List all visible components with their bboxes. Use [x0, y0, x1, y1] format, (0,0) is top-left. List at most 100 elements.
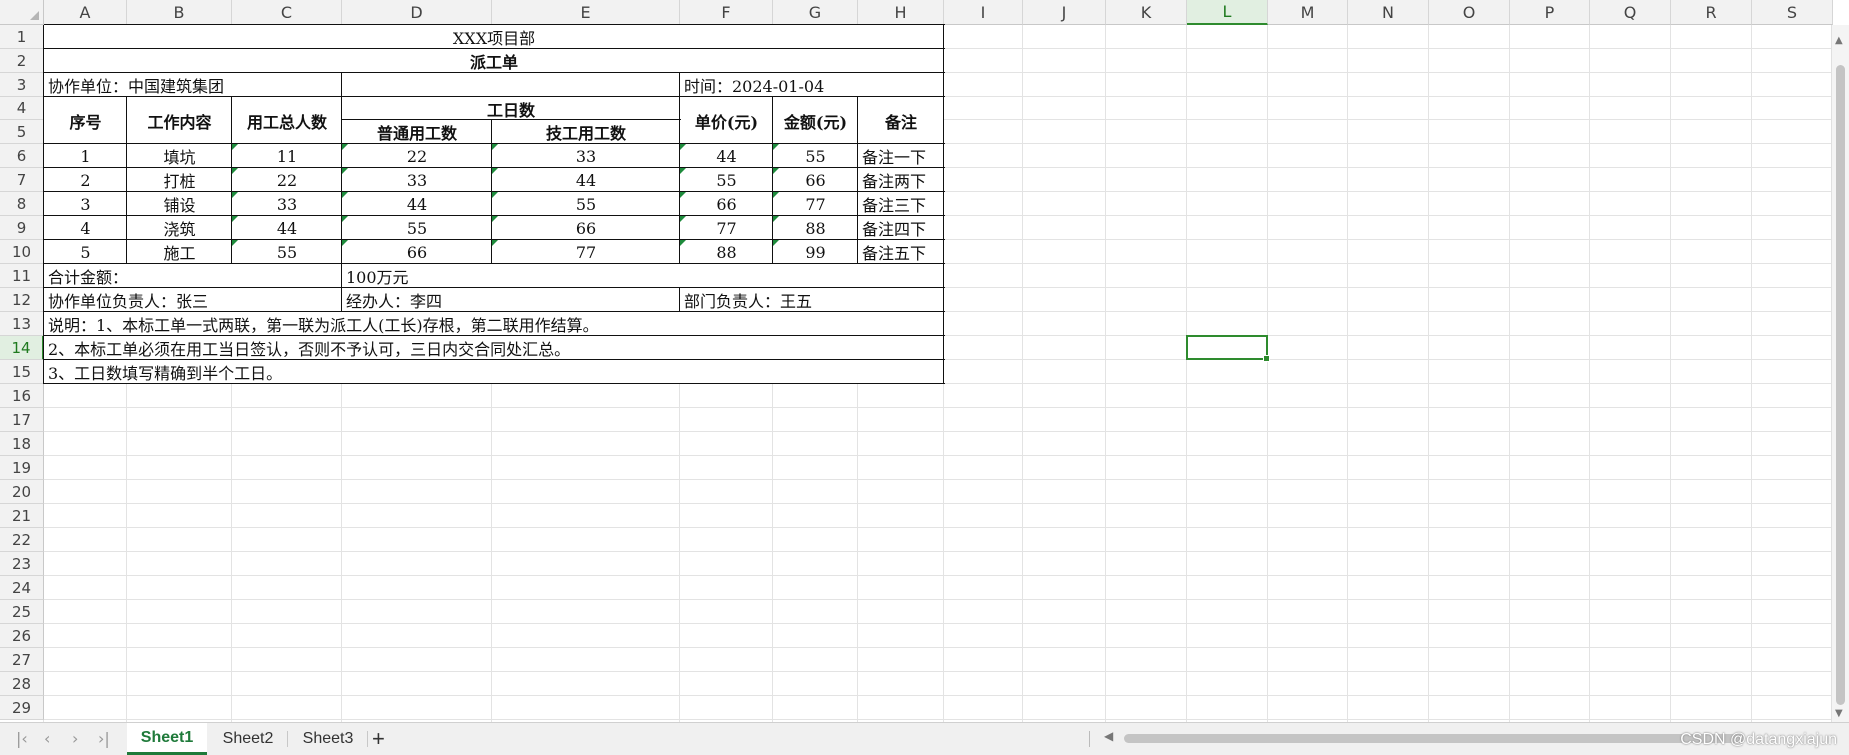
vertical-scrollbar[interactable]: ▲ ▼	[1831, 25, 1849, 722]
header-workdays[interactable]: 工日数	[342, 97, 680, 120]
data-cell-total[interactable]: 55	[232, 240, 342, 264]
scroll-up-icon[interactable]: ▲	[1835, 35, 1843, 46]
column-header-j[interactable]: J	[1023, 0, 1106, 25]
data-cell-seq[interactable]: 1	[44, 144, 127, 168]
data-cell-skilled[interactable]: 77	[492, 240, 680, 264]
row-header-2[interactable]: 2	[0, 49, 44, 73]
row-header-16[interactable]: 16	[0, 384, 44, 408]
data-cell-seq[interactable]: 3	[44, 192, 127, 216]
data-cell-amount[interactable]: 88	[773, 216, 858, 240]
row-header-18[interactable]: 18	[0, 432, 44, 456]
prev-sheet-icon[interactable]: ‹	[44, 729, 50, 748]
data-cell-remark[interactable]: 备注五下	[858, 240, 944, 264]
column-header-i[interactable]: I	[944, 0, 1023, 25]
next-sheet-icon[interactable]: ›	[72, 729, 78, 748]
column-header-h[interactable]: H	[858, 0, 944, 25]
row-header-25[interactable]: 25	[0, 600, 44, 624]
sheet-title-cell[interactable]: XXX项目部	[44, 25, 944, 49]
column-header-c[interactable]: C	[232, 0, 342, 25]
column-header-d[interactable]: D	[342, 0, 492, 25]
data-cell-price[interactable]: 44	[680, 144, 773, 168]
row-header-26[interactable]: 26	[0, 624, 44, 648]
row-header-11[interactable]: 11	[0, 264, 44, 288]
row-header-21[interactable]: 21	[0, 504, 44, 528]
scroll-left-icon[interactable]: ◀	[1104, 729, 1113, 743]
note2-cell[interactable]: 2、本标工单必须在用工当日签认，否则不予认可，三日内交合同处汇总。	[44, 336, 944, 360]
row-header-22[interactable]: 22	[0, 528, 44, 552]
scroll-divider[interactable]	[1089, 731, 1090, 747]
tab-sheet2[interactable]: Sheet2	[210, 723, 286, 755]
row-header-29[interactable]: 29	[0, 696, 44, 720]
data-cell-content[interactable]: 浇筑	[127, 216, 232, 240]
data-cell-price[interactable]: 55	[680, 168, 773, 192]
column-header-n[interactable]: N	[1348, 0, 1429, 25]
first-sheet-icon[interactable]: |‹	[16, 729, 28, 748]
data-cell-normal[interactable]: 33	[342, 168, 492, 192]
data-cell-content[interactable]: 填坑	[127, 144, 232, 168]
row-header-28[interactable]: 28	[0, 672, 44, 696]
scroll-down-icon[interactable]: ▼	[1835, 708, 1843, 719]
row-header-8[interactable]: 8	[0, 192, 44, 216]
column-header-e[interactable]: E	[492, 0, 680, 25]
data-cell-content[interactable]: 打桩	[127, 168, 232, 192]
header-content[interactable]: 工作内容	[127, 97, 232, 144]
form-name-cell[interactable]: 派工单	[44, 49, 944, 73]
row-header-4[interactable]: 4	[0, 97, 44, 120]
row-header-13[interactable]: 13	[0, 312, 44, 336]
header-remark[interactable]: 备注	[858, 97, 944, 144]
header-seq[interactable]: 序号	[44, 97, 127, 144]
data-cell-amount[interactable]: 66	[773, 168, 858, 192]
vertical-scroll-thumb[interactable]	[1836, 65, 1845, 705]
date-cell[interactable]: 时间：2024-01-04	[680, 73, 944, 97]
row-header-12[interactable]: 12	[0, 288, 44, 312]
column-header-l[interactable]: L	[1187, 0, 1268, 25]
data-cell-skilled[interactable]: 55	[492, 192, 680, 216]
row-header-6[interactable]: 6	[0, 144, 44, 168]
row-header-20[interactable]: 20	[0, 480, 44, 504]
data-cell-total[interactable]: 11	[232, 144, 342, 168]
column-header-o[interactable]: O	[1429, 0, 1510, 25]
column-header-f[interactable]: F	[680, 0, 773, 25]
data-cell-normal[interactable]: 66	[342, 240, 492, 264]
data-cell-seq[interactable]: 5	[44, 240, 127, 264]
row-header-5[interactable]: 5	[0, 120, 44, 144]
column-header-b[interactable]: B	[127, 0, 232, 25]
total-value-cell[interactable]: 100万元	[342, 264, 944, 288]
column-header-k[interactable]: K	[1106, 0, 1187, 25]
row-header-27[interactable]: 27	[0, 648, 44, 672]
data-cell-amount[interactable]: 55	[773, 144, 858, 168]
data-cell-normal[interactable]: 55	[342, 216, 492, 240]
select-all-corner[interactable]	[0, 0, 44, 25]
row-header-7[interactable]: 7	[0, 168, 44, 192]
partner-unit-cell[interactable]: 协作单位：中国建筑集团	[44, 73, 342, 97]
column-header-a[interactable]: A	[44, 0, 127, 25]
data-cell-seq[interactable]: 4	[44, 216, 127, 240]
row-header-24[interactable]: 24	[0, 576, 44, 600]
row-header-10[interactable]: 10	[0, 240, 44, 264]
data-cell-total[interactable]: 33	[232, 192, 342, 216]
data-cell-remark[interactable]: 备注四下	[858, 216, 944, 240]
dept-lead-cell[interactable]: 部门负责人：王五	[680, 288, 944, 312]
data-cell-skilled[interactable]: 66	[492, 216, 680, 240]
data-cell-remark[interactable]: 备注一下	[858, 144, 944, 168]
row-header-23[interactable]: 23	[0, 552, 44, 576]
selected-cell[interactable]	[1186, 335, 1270, 362]
row-header-1[interactable]: 1	[0, 25, 44, 49]
note1-cell[interactable]: 说明：1、本标工单一式两联，第一联为派工人(工长)存根，第二联用作结算。	[44, 312, 944, 336]
header-total-workers[interactable]: 用工总人数	[232, 97, 342, 144]
column-header-s[interactable]: S	[1752, 0, 1833, 25]
row-header-15[interactable]: 15	[0, 360, 44, 384]
data-cell-seq[interactable]: 2	[44, 168, 127, 192]
column-header-p[interactable]: P	[1510, 0, 1590, 25]
tab-sheet3[interactable]: Sheet3	[290, 723, 366, 755]
last-sheet-icon[interactable]: ›|	[98, 729, 110, 748]
data-cell-price[interactable]: 66	[680, 192, 773, 216]
partner-lead-cell[interactable]: 协作单位负责人：张三	[44, 288, 342, 312]
data-cell-skilled[interactable]: 44	[492, 168, 680, 192]
header-normal-days[interactable]: 普通用工数	[342, 120, 492, 144]
header-skilled-days[interactable]: 技工用工数	[492, 120, 680, 144]
add-sheet-icon[interactable]: +	[372, 726, 385, 752]
tab-sheet1[interactable]: Sheet1	[127, 723, 207, 755]
handler-cell[interactable]: 经办人：李四	[342, 288, 680, 312]
row-header-17[interactable]: 17	[0, 408, 44, 432]
